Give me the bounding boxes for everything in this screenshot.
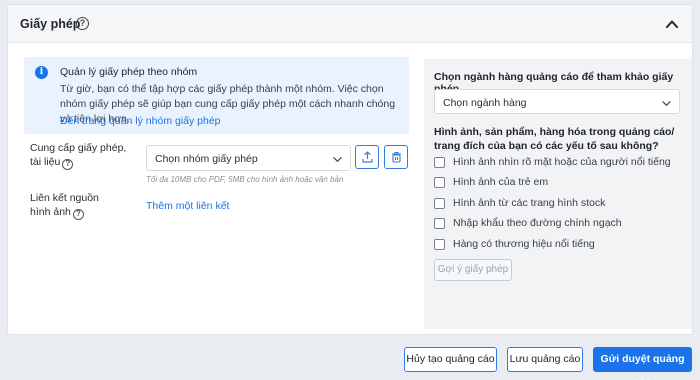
- image-source-label: Liên kết nguồn hình ảnh?: [30, 191, 99, 220]
- license-card: Giấy phép ? i Quản lý giấy phép theo nhó…: [7, 4, 693, 335]
- submit-ad-button[interactable]: Gửi duyệt quảng cáo: [593, 347, 692, 380]
- image-source-label-line1: Liên kết nguồn: [30, 192, 99, 204]
- checkbox[interactable]: [434, 218, 445, 229]
- checkbox[interactable]: [434, 239, 445, 250]
- info-title: Quản lý giấy phép theo nhóm: [60, 66, 198, 78]
- checkbox-label: Nhập khẩu theo đường chính ngạch: [453, 217, 622, 229]
- checkbox-label: Hàng có thương hiệu nổi tiếng: [453, 238, 595, 250]
- card-title: Giấy phép: [20, 17, 81, 31]
- checkbox[interactable]: [434, 177, 445, 188]
- license-field-label: Cung cấp giấy phép, tài liệu?: [30, 141, 126, 170]
- checkbox[interactable]: [434, 157, 445, 168]
- checkbox[interactable]: [434, 198, 445, 209]
- chevron-down-icon: [333, 157, 342, 162]
- save-ad-button[interactable]: Lưu quảng cáo: [507, 347, 583, 372]
- add-link-button[interactable]: Thêm một liên kết: [146, 200, 229, 212]
- license-label-line2: tài liệu: [30, 156, 61, 168]
- license-reference-panel: Chọn ngành hàng quảng cáo để tham khảo g…: [424, 59, 692, 329]
- info-banner: i Quản lý giấy phép theo nhóm Từ giờ, bạ…: [24, 57, 409, 134]
- suggest-license-button[interactable]: Gợi ý giấy phép: [434, 259, 512, 281]
- question-circle-icon[interactable]: ?: [62, 159, 74, 170]
- license-group-select-value: Chọn nhóm giấy phép: [155, 153, 258, 165]
- manage-license-groups-link[interactable]: Đến trang quản lý nhóm giấy phép: [60, 115, 221, 127]
- checkbox-label: Hình ảnh từ các trang hình stock: [453, 197, 606, 209]
- trash-icon: [392, 151, 401, 163]
- license-label-line1: Cung cấp giấy phép,: [30, 142, 127, 154]
- license-group-select[interactable]: Chọn nhóm giấy phép: [146, 145, 351, 171]
- info-icon: i: [35, 66, 48, 79]
- panel-question: Hình ảnh, sản phẩm, hàng hóa trong quảng…: [434, 126, 675, 152]
- image-source-label-line2: hình ảnh: [30, 206, 71, 218]
- ad-category-select[interactable]: Chọn ngành hàng: [434, 89, 680, 114]
- upload-button[interactable]: [355, 145, 379, 169]
- chevron-down-icon: [662, 101, 671, 106]
- upload-icon: [362, 151, 373, 163]
- question-circle-icon[interactable]: ?: [76, 17, 89, 30]
- license-card-header[interactable]: Giấy phép ?: [8, 5, 692, 43]
- question-circle-icon[interactable]: ?: [72, 209, 84, 220]
- file-size-hint: Tối đa 10MB cho PDF, 5MB cho hình ảnh ho…: [146, 175, 344, 184]
- checkbox-label: Hình ảnh nhìn rõ mặt hoặc của người nổi …: [453, 156, 671, 168]
- checkbox-label: Hình ảnh của trẻ em: [453, 176, 549, 188]
- cancel-ad-button[interactable]: Hủy tạo quảng cáo: [404, 347, 497, 372]
- chevron-up-icon[interactable]: [664, 16, 680, 32]
- delete-button[interactable]: [384, 145, 408, 169]
- ad-category-select-value: Chọn ngành hàng: [443, 97, 527, 109]
